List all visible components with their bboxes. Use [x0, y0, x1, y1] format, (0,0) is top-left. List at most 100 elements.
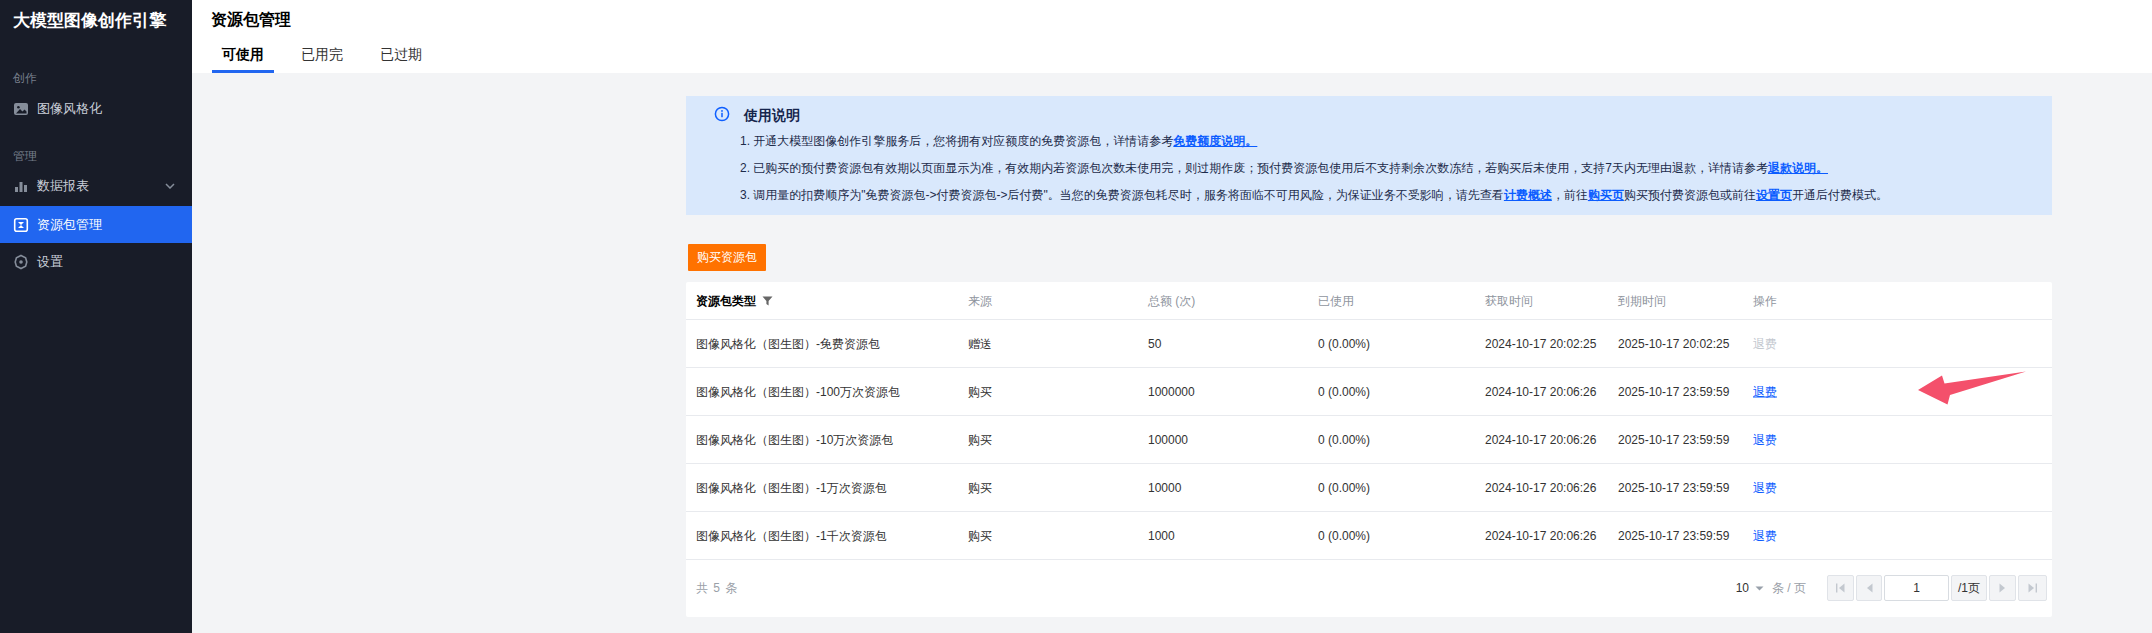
- content-panel: 使用说明 1. 开通大模型图像创作引擎服务后，您将拥有对应额度的免费资源包，详情…: [686, 96, 2052, 215]
- link-free-quota[interactable]: 免费额度说明。: [1173, 134, 1257, 148]
- notice-lines: 1. 开通大模型图像创作引擎服务后，您将拥有对应额度的免费资源包，详情请参考免费…: [740, 128, 1888, 209]
- refund-link[interactable]: 退费: [1753, 527, 1777, 544]
- column-used: 已使用: [1318, 292, 1354, 309]
- cell-source: 购买: [968, 479, 992, 496]
- sidebar-item-label: 图像风格化: [37, 100, 102, 118]
- filter-icon[interactable]: [762, 295, 773, 306]
- table-row: 图像风格化（图生图）-1万次资源包 购买 10000 0 (0.00%) 202…: [686, 464, 2052, 512]
- cell-expires: 2025-10-17 20:02:25: [1618, 337, 1729, 351]
- cell-used: 0 (0.00%): [1318, 481, 1370, 495]
- link-billing-overview[interactable]: 计费概述: [1504, 188, 1552, 202]
- cell-expires: 2025-10-17 23:59:59: [1618, 433, 1729, 447]
- sidebar-item-settings[interactable]: 设置: [0, 243, 192, 280]
- cell-expires: 2025-10-17 23:59:59: [1618, 385, 1729, 399]
- sidebar-item-label: 设置: [37, 253, 63, 271]
- notice-line-2: 2. 已购买的预付费资源包有效期以页面显示为准，有效期内若资源包次数未使用完，则…: [740, 155, 1888, 182]
- cell-total: 10000: [1148, 481, 1181, 495]
- sidebar-item-data-report[interactable]: 数据报表: [0, 167, 192, 204]
- cell-acquired: 2024-10-17 20:06:26: [1485, 481, 1596, 495]
- cell-source: 购买: [968, 383, 992, 400]
- sidebar-title: 大模型图像创作引擎: [13, 9, 166, 32]
- sidebar-item-label: 资源包管理: [37, 216, 102, 234]
- cell-expires: 2025-10-17 23:59:59: [1618, 529, 1729, 543]
- page-nav-group: 1 /1页: [1827, 575, 2047, 601]
- table-card: 资源包类型 来源 总额 (次) 已使用 获取时间 到期时间 操作 图像风格化（图…: [686, 282, 2052, 617]
- sidebar-item-label: 数据报表: [37, 177, 89, 195]
- sidebar-section-manage: 管理: [13, 148, 37, 165]
- link-settings-page[interactable]: 设置页: [1756, 188, 1792, 202]
- chevron-down-icon: [165, 183, 175, 189]
- column-total: 总额 (次): [1148, 292, 1195, 309]
- notice-title: 使用说明: [744, 107, 800, 125]
- tabs: 可使用 已用完 已过期: [222, 46, 459, 73]
- link-refund-note[interactable]: 退款说明。: [1768, 161, 1828, 175]
- cell-acquired: 2024-10-17 20:06:26: [1485, 385, 1596, 399]
- notice-line-1: 1. 开通大模型图像创作引擎服务后，您将拥有对应额度的免费资源包，详情请参考免费…: [740, 128, 1888, 155]
- refund-link[interactable]: 退费: [1753, 431, 1777, 448]
- cell-type: 图像风格化（图生图）-10万次资源包: [696, 431, 893, 448]
- next-page-button[interactable]: [1989, 575, 2016, 601]
- cell-used: 0 (0.00%): [1318, 385, 1370, 399]
- topbar: 资源包管理 可使用 已用完 已过期: [192, 0, 2152, 73]
- cell-type: 图像风格化（图生图）-免费资源包: [696, 335, 880, 352]
- column-type: 资源包类型: [696, 292, 773, 309]
- page-title: 资源包管理: [211, 10, 291, 31]
- refund-link[interactable]: 退费: [1753, 479, 1777, 496]
- sidebar: 大模型图像创作引擎 创作 图像风格化 管理 数据报表 资源包管理: [0, 0, 192, 633]
- table-row: 图像风格化（图生图）-10万次资源包 购买 100000 0 (0.00%) 2…: [686, 416, 2052, 464]
- cell-total: 1000000: [1148, 385, 1195, 399]
- page-input[interactable]: 1: [1884, 575, 1949, 601]
- cell-source: 赠送: [968, 335, 992, 352]
- column-action: 操作: [1753, 292, 1777, 309]
- cell-total: 50: [1148, 337, 1161, 351]
- app: 大模型图像创作引擎 创作 图像风格化 管理 数据报表 资源包管理: [0, 0, 2152, 633]
- cell-type: 图像风格化（图生图）-100万次资源包: [696, 383, 900, 400]
- tab-available[interactable]: 可使用: [222, 46, 264, 73]
- column-acquired: 获取时间: [1485, 292, 1533, 309]
- prev-page-button[interactable]: [1856, 575, 1882, 601]
- cell-source: 购买: [968, 431, 992, 448]
- cell-type: 图像风格化（图生图）-1千次资源包: [696, 527, 887, 544]
- cell-expires: 2025-10-17 23:59:59: [1618, 481, 1729, 495]
- table-row: 图像风格化（图生图）-1千次资源包 购买 1000 0 (0.00%) 2024…: [686, 512, 2052, 560]
- main: 资源包管理 可使用 已用完 已过期 使用说明 1. 开通大模型图像创作引擎服务后…: [192, 0, 2152, 633]
- last-page-button[interactable]: [2018, 575, 2047, 601]
- buy-resource-package-button[interactable]: 购买资源包: [688, 244, 766, 271]
- sidebar-item-image-style[interactable]: 图像风格化: [0, 90, 192, 127]
- cell-used: 0 (0.00%): [1318, 337, 1370, 351]
- cell-total: 100000: [1148, 433, 1188, 447]
- sidebar-section-create: 创作: [13, 70, 37, 87]
- cell-acquired: 2024-10-17 20:06:26: [1485, 529, 1596, 543]
- page-size-value[interactable]: 10: [1736, 581, 1749, 595]
- pagination: 共 5 条 10 条 / 页 1 /1页: [686, 560, 2052, 616]
- total-pages: /1页: [1951, 575, 1987, 601]
- cell-used: 0 (0.00%): [1318, 529, 1370, 543]
- bar-chart-icon: [13, 178, 29, 194]
- table-row: 图像风格化（图生图）-免费资源包 赠送 50 0 (0.00%) 2024-10…: [686, 320, 2052, 368]
- tab-expired[interactable]: 已过期: [380, 46, 422, 73]
- per-page-label: 条 / 页: [1772, 580, 1806, 597]
- first-page-button[interactable]: [1827, 575, 1854, 601]
- image-icon: [13, 101, 29, 117]
- sidebar-item-resource-package[interactable]: 资源包管理: [0, 206, 192, 243]
- gear-icon: [13, 254, 29, 270]
- total-count: 共 5 条: [696, 580, 738, 597]
- link-purchase-page[interactable]: 购买页: [1588, 188, 1624, 202]
- notice-line-3: 3. 调用量的扣费顺序为"免费资源包->付费资源包->后付费"。当您的免费资源包…: [740, 182, 1888, 209]
- cell-total: 1000: [1148, 529, 1175, 543]
- cell-used: 0 (0.00%): [1318, 433, 1370, 447]
- usage-notice: 使用说明 1. 开通大模型图像创作引擎服务后，您将拥有对应额度的免费资源包，详情…: [686, 96, 2052, 215]
- column-expires: 到期时间: [1618, 292, 1666, 309]
- table-row: 图像风格化（图生图）-100万次资源包 购买 1000000 0 (0.00%)…: [686, 368, 2052, 416]
- cell-type: 图像风格化（图生图）-1万次资源包: [696, 479, 887, 496]
- caret-down-icon[interactable]: [1755, 586, 1764, 591]
- cell-source: 购买: [968, 527, 992, 544]
- tab-used-up[interactable]: 已用完: [301, 46, 343, 73]
- info-icon: [714, 106, 730, 125]
- refund-link-disabled: 退费: [1753, 335, 1777, 352]
- pagination-controls: 10 条 / 页 1 /1页: [1736, 575, 2047, 601]
- resource-package-icon: [13, 217, 29, 233]
- table-header: 资源包类型 来源 总额 (次) 已使用 获取时间 到期时间 操作: [686, 282, 2052, 320]
- refund-link[interactable]: 退费: [1753, 383, 1777, 400]
- cell-acquired: 2024-10-17 20:02:25: [1485, 337, 1596, 351]
